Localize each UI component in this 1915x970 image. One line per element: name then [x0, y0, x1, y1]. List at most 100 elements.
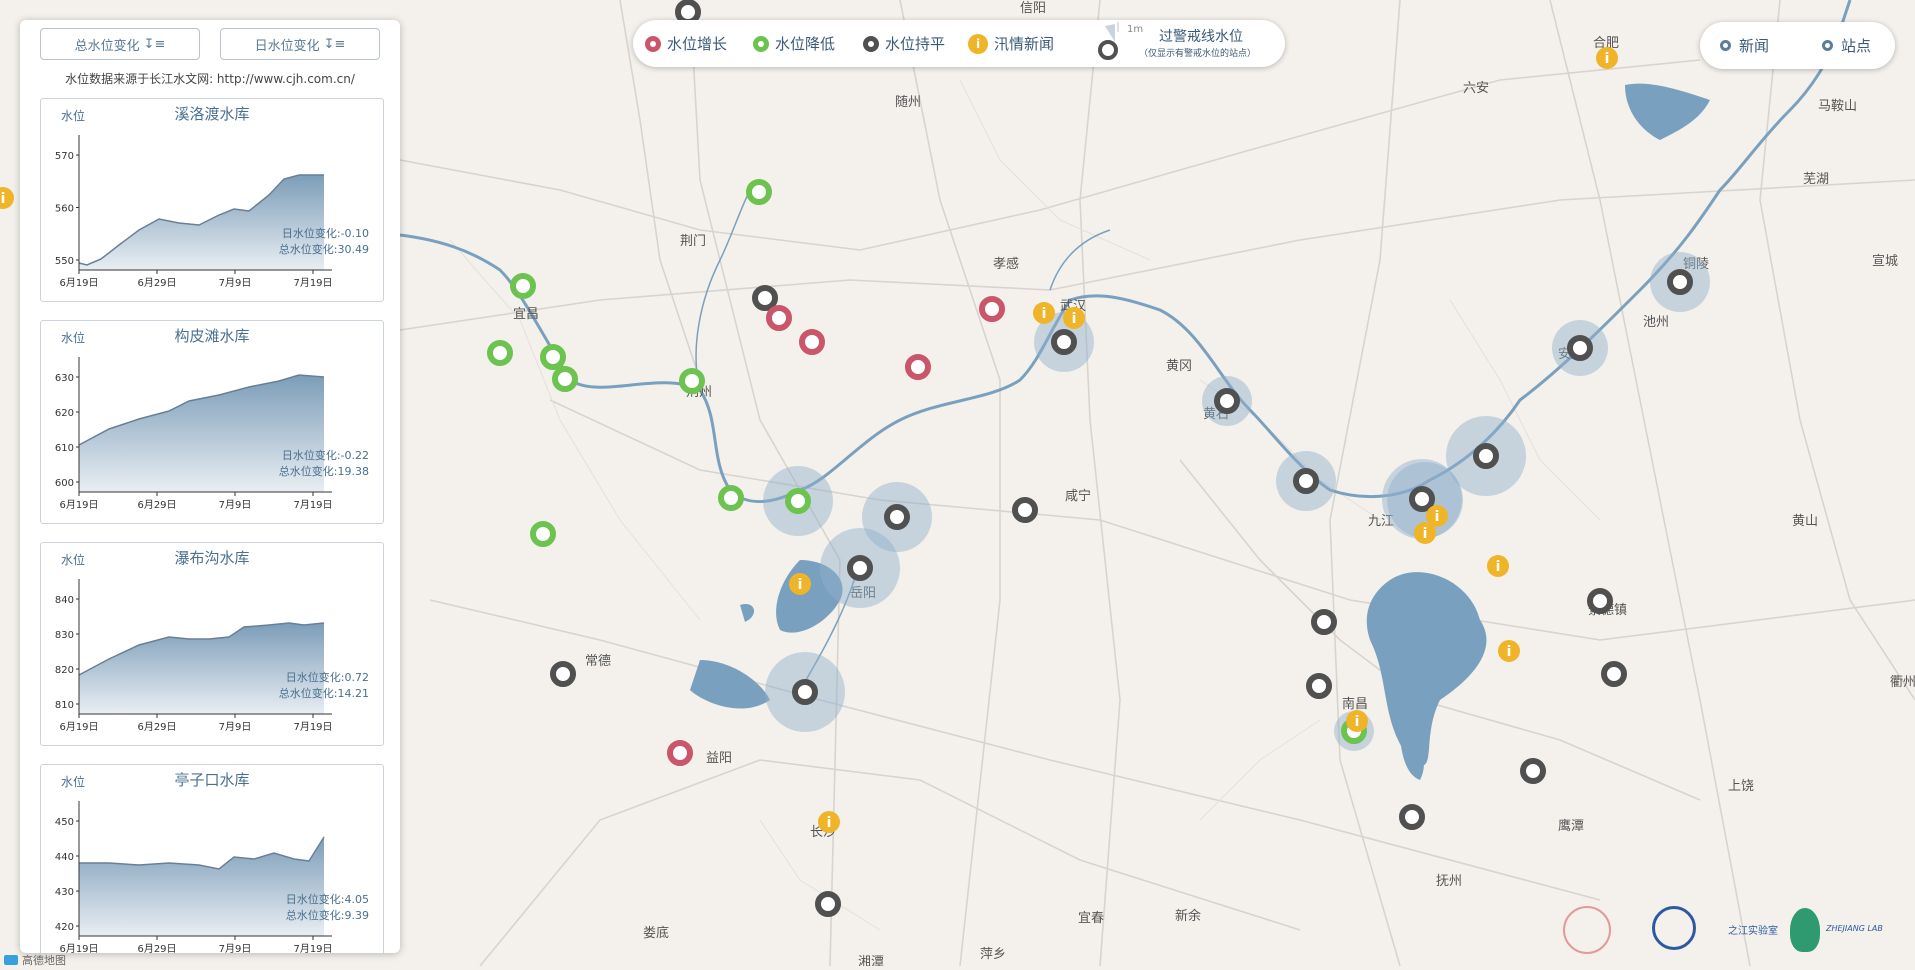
station-marker-flat[interactable] [1520, 758, 1546, 784]
station-marker-flat[interactable] [1214, 388, 1240, 414]
station-marker-fall[interactable] [785, 488, 811, 514]
sort-icon: ↧≡ [143, 36, 166, 52]
y-tick-label: 820 [55, 665, 74, 676]
news-marker[interactable]: i [1414, 522, 1436, 544]
y-tick-label: 630 [55, 373, 74, 384]
svg-text:i: i [1, 191, 6, 207]
legend-warning[interactable]: 1m 过警戒线水位 （仅显示有警戒水位的站点） [1091, 20, 1281, 67]
station-marker-flat[interactable] [792, 679, 818, 705]
legend-fall[interactable]: 水位降低 [753, 20, 835, 67]
news-marker[interactable]: i [818, 811, 840, 833]
station-marker-rise[interactable] [667, 740, 693, 766]
station-marker-flat[interactable] [884, 504, 910, 530]
svg-text:i: i [1355, 714, 1360, 730]
station-marker-flat[interactable] [1306, 673, 1332, 699]
legend-flat-label: 水位持平 [885, 35, 946, 53]
station-marker-fall[interactable] [552, 366, 578, 392]
station-marker-flat[interactable] [1311, 609, 1337, 635]
news-marker[interactable]: i [1346, 710, 1368, 732]
total-change: 总水位变化:19.38 [278, 465, 369, 478]
legend-fall-label: 水位降低 [775, 35, 836, 53]
station-marker-flat[interactable] [847, 555, 873, 581]
sort-total-label: 总水位变化 [74, 38, 140, 54]
x-tick-label: 7月19日 [293, 943, 332, 953]
station-marker-flat[interactable] [550, 661, 576, 687]
x-tick-label: 7月19日 [293, 277, 332, 289]
y-tick-label: 620 [55, 408, 74, 419]
lab-emblem-icon [1790, 908, 1820, 952]
y-tick-label: 450 [55, 817, 74, 828]
reservoir-card[interactable]: 水位 瀑布沟水库 840 830 820 810 6月19日 6月29日 7月9日 7月19日… [40, 542, 384, 746]
reservoir-card[interactable]: 水位 溪洛渡水库 570 560 550 6月19日 6月29日 7月9日 7月19日 日水… [40, 98, 384, 302]
station-marker-fall[interactable] [679, 368, 705, 394]
station-marker-fall[interactable] [718, 485, 744, 511]
svg-text:i: i [1072, 311, 1077, 327]
station-marker-flat[interactable] [1051, 329, 1077, 355]
map-legend: 水位增长 水位降低 水位持平 i 汛情新闻 1m 过警戒线水位 （仅显示有警戒水… [633, 20, 1285, 67]
news-marker[interactable]: i [1596, 47, 1618, 69]
total-change: 总水位变化:30.49 [278, 243, 369, 256]
station-marker-fall[interactable] [540, 344, 566, 370]
partner-logo-red [1563, 906, 1611, 954]
legend-news[interactable]: i 汛情新闻 [968, 20, 1054, 67]
news-marker[interactable]: i [789, 573, 811, 595]
station-marker-flat[interactable] [1473, 443, 1499, 469]
station-marker-flat[interactable] [1409, 486, 1435, 512]
station-marker-flat[interactable] [752, 285, 778, 311]
station-marker-flat[interactable] [1667, 269, 1693, 295]
reservoir-card[interactable]: 水位 亭子口水库 450 440 430 420 6月19日 6月29日 7月9日 7月19日… [40, 764, 384, 953]
station-marker-rise[interactable] [799, 329, 825, 355]
radio-icon [1822, 40, 1833, 51]
water-level-chart: 840 830 820 810 6月19日 6月29日 7月9日 7月19日 [55, 579, 333, 733]
rise-marker-icon [645, 35, 661, 52]
sort-total-change-button[interactable]: 总水位变化 ↧≡ [40, 28, 200, 60]
station-marker-rise[interactable] [766, 305, 792, 331]
svg-text:i: i [1423, 526, 1428, 542]
fall-marker-icon [753, 35, 769, 52]
news-marker[interactable]: i [1033, 302, 1055, 324]
daily-change: 日水位变化:-0.22 [281, 449, 369, 462]
legend-scale-label: 1m [1127, 24, 1144, 35]
reservoir-card[interactable]: 水位 构皮滩水库 630 620 610 600 6月19日 6月29日 7月9日 7月19日… [40, 320, 384, 524]
toggle-news-label: 新闻 [1739, 37, 1770, 55]
station-marker-flat[interactable] [1293, 468, 1319, 494]
station-marker-flat[interactable] [675, 0, 701, 25]
station-marker-flat[interactable] [1601, 661, 1627, 687]
station-marker-flat[interactable] [1399, 804, 1425, 830]
x-tick-label: 6月19日 [59, 277, 98, 289]
station-marker-rise[interactable] [979, 296, 1005, 322]
sort-icon: ↧≡ [323, 36, 346, 52]
station-marker-fall[interactable] [487, 340, 513, 366]
sort-daily-label: 日水位变化 [254, 38, 320, 54]
svg-text:i: i [1435, 509, 1440, 525]
y-tick-label: 440 [55, 852, 74, 863]
svg-text:i: i [827, 815, 832, 831]
legend-flat[interactable]: 水位持平 [863, 20, 945, 67]
toggle-news[interactable]: 新闻 [1720, 22, 1769, 69]
x-tick-label: 7月9日 [219, 721, 252, 733]
toggle-stations[interactable]: 站点 [1822, 22, 1871, 69]
news-marker[interactable]: i [1498, 640, 1520, 662]
station-marker-rise[interactable] [905, 354, 931, 380]
legend-rise[interactable]: 水位增长 [645, 20, 727, 67]
y-tick-label: 830 [55, 630, 74, 641]
news-marker[interactable]: i [0, 187, 14, 209]
flat-marker-icon [863, 35, 879, 52]
x-tick-label: 7月19日 [293, 499, 332, 511]
station-marker-flat[interactable] [1567, 335, 1593, 361]
x-tick-label: 7月9日 [219, 943, 252, 953]
lab-name-logo: 之江实验室 [1728, 926, 1778, 937]
daily-change: 日水位变化:4.05 [285, 893, 369, 906]
x-tick-label: 6月29日 [137, 943, 176, 953]
station-marker-flat[interactable] [815, 891, 841, 917]
sort-daily-change-button[interactable]: 日水位变化 ↧≡ [220, 28, 380, 60]
station-marker-flat[interactable] [1587, 588, 1613, 614]
news-marker[interactable]: i [1487, 555, 1509, 577]
legend-rise-label: 水位增长 [667, 35, 728, 53]
news-marker[interactable]: i [1063, 307, 1085, 329]
station-marker-fall[interactable] [746, 179, 772, 205]
station-marker-flat[interactable] [1012, 497, 1038, 523]
station-marker-fall[interactable] [510, 273, 536, 299]
water-level-chart: 630 620 610 600 6月19日 6月29日 7月9日 7月19日 [55, 357, 333, 511]
station-marker-fall[interactable] [530, 521, 556, 547]
